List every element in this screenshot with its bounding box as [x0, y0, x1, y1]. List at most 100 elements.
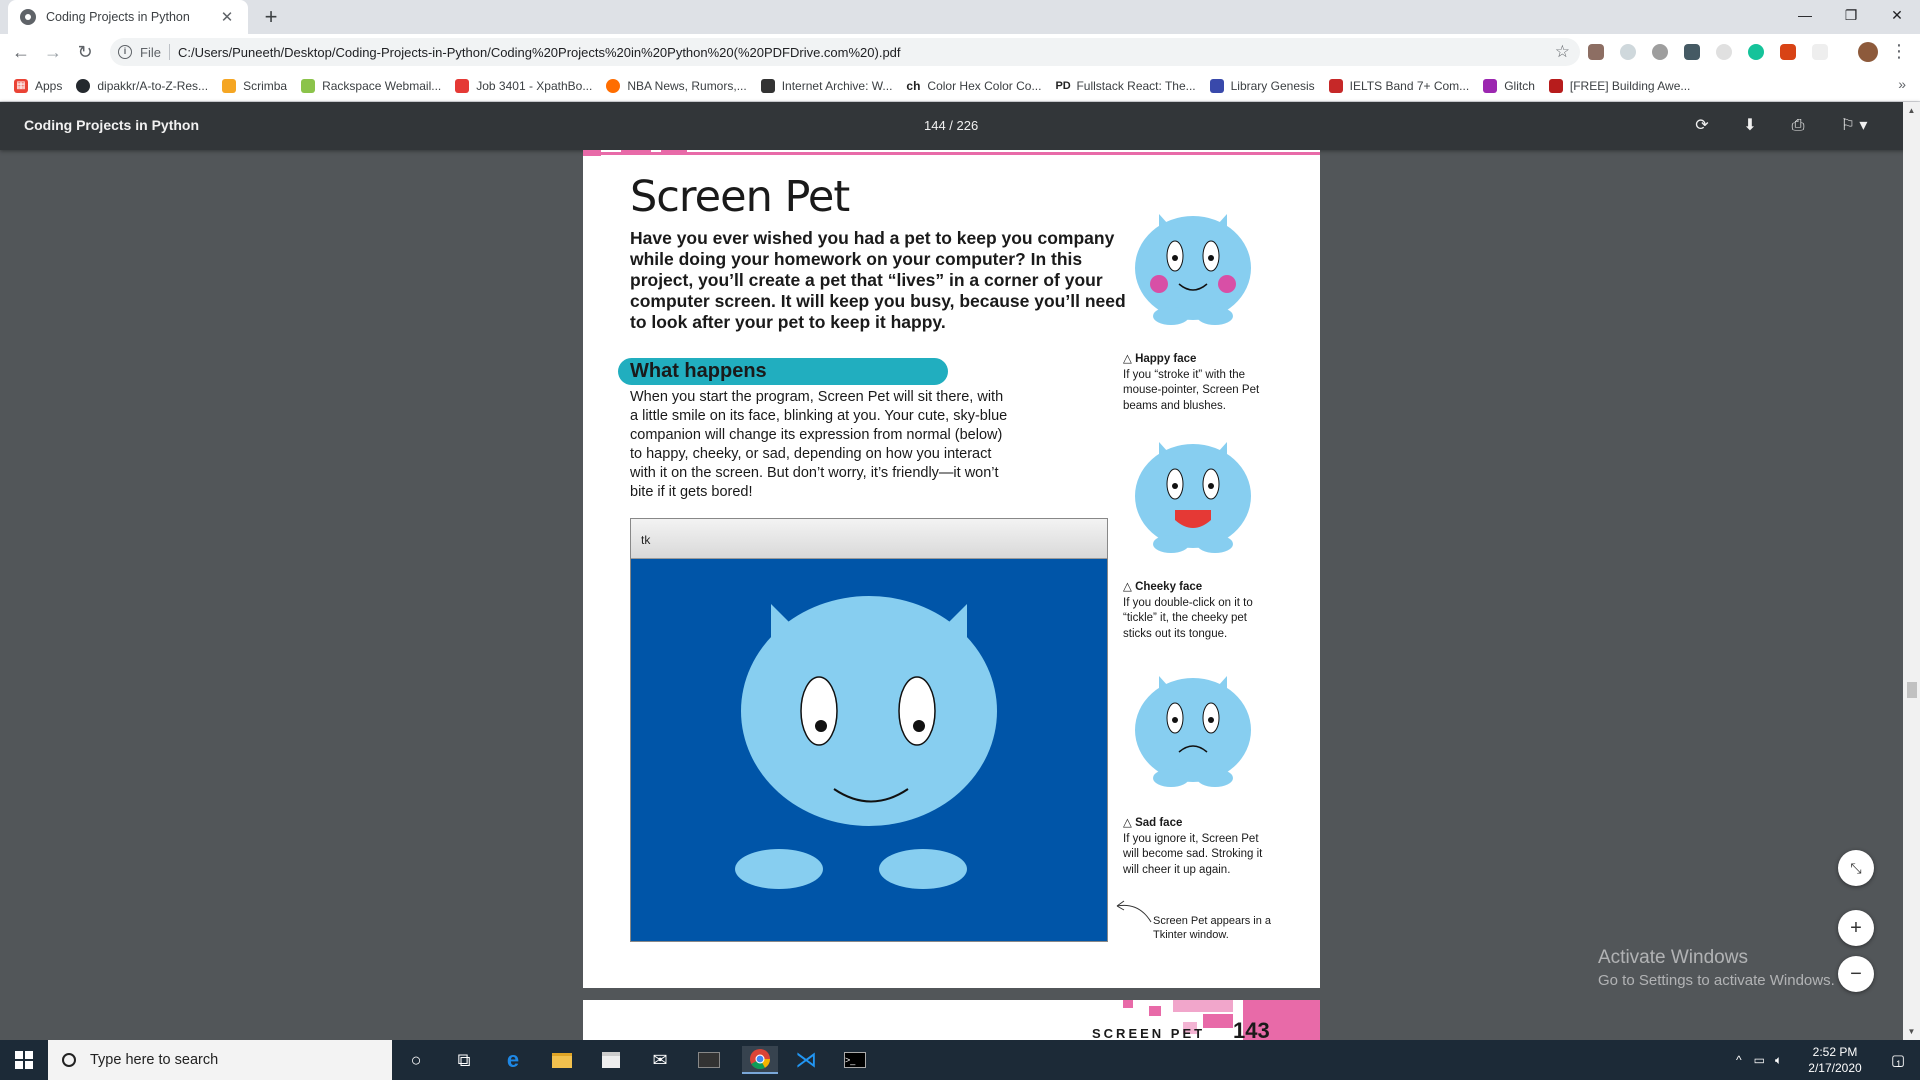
libgen-icon [1209, 78, 1224, 93]
extension-icon[interactable] [1652, 44, 1668, 60]
clock-time: 2:52 PM [1812, 1045, 1858, 1059]
back-button[interactable]: ← [8, 40, 34, 64]
search-icon [62, 1053, 76, 1067]
mail-app-icon[interactable]: ✉ [644, 1046, 676, 1074]
bookmark-item[interactable]: Scrimba [222, 78, 287, 93]
pet-body [741, 596, 997, 826]
zoom-in-button[interactable]: + [1838, 910, 1874, 946]
pdf-toolbar: Coding Projects in Python 144 / 226 ⟳ ⬇ … [0, 102, 1920, 150]
tab-strip: Coding Projects in Python ✕ + — ❐ ✕ [0, 0, 1920, 34]
page-indicator[interactable]: 144 / 226 [924, 118, 978, 133]
fit-to-page-icon[interactable]: ⤡ [1838, 850, 1874, 886]
pdf-page: Screen Pet Have you ever wished you had … [583, 150, 1320, 988]
profile-avatar[interactable] [1858, 42, 1878, 62]
chrome-icon [750, 1049, 771, 1070]
edge-browser-icon[interactable]: e [497, 1046, 529, 1074]
scroll-down-icon[interactable]: ▼ [1903, 1027, 1920, 1036]
bookmark-item[interactable]: Glitch [1483, 78, 1535, 93]
browser-tab[interactable]: Coding Projects in Python ✕ [8, 0, 248, 34]
terminal-app-icon[interactable] [693, 1046, 725, 1074]
grammarly-icon[interactable] [1748, 44, 1764, 60]
pdf-title: Coding Projects in Python [24, 117, 200, 133]
caption-text: If you “stroke it” with the mouse-pointe… [1123, 368, 1260, 412]
close-window-button[interactable]: ✕ [1874, 0, 1920, 30]
caption-title: △ Sad face [1123, 816, 1273, 832]
bookmark-item[interactable]: Rackspace Webmail... [301, 78, 441, 93]
caption-marker-icon: △ [1123, 353, 1132, 365]
page-title: Screen Pet [630, 172, 850, 222]
bookmark-item[interactable]: Library Genesis [1209, 78, 1315, 93]
happy-face-caption: △ Happy face If you “stroke it” with the… [1123, 352, 1273, 414]
browser-menu-icon[interactable]: ⋮ [1890, 42, 1908, 60]
tray-expand-icon[interactable]: ^ [1736, 1053, 1742, 1067]
todo-check-icon[interactable] [1780, 44, 1796, 60]
activation-watermark: Activate Windows Go to Settings to activ… [1598, 947, 1835, 989]
extension-icon[interactable] [1588, 44, 1604, 60]
eyedropper-icon[interactable] [1684, 44, 1700, 60]
bookmarks-overflow-icon[interactable]: » [1898, 76, 1906, 92]
bookmark-item[interactable]: dipakkr/A-to-Z-Res... [76, 78, 208, 93]
bookmark-item[interactable]: PD Fullstack React: The... [1055, 78, 1196, 93]
bookmark-star-icon[interactable]: ☆ [1555, 42, 1570, 62]
pixel-decoration [1203, 1014, 1233, 1028]
caption-marker-icon: △ [1123, 817, 1132, 829]
basketball-icon [606, 78, 621, 93]
pet-body [1135, 216, 1251, 320]
caption-title: △ Happy face [1123, 352, 1273, 368]
glitch-icon [1483, 78, 1498, 93]
info-icon[interactable]: i [118, 45, 132, 59]
bookmark-apps[interactable]: ▦ Apps [14, 78, 62, 93]
caption-marker-icon: △ [1123, 581, 1132, 593]
task-view-icon[interactable]: ⧉ [448, 1046, 480, 1074]
caption-text: If you double-click on it to “tickle” it… [1123, 596, 1253, 640]
cortana-icon[interactable]: ○ [400, 1046, 432, 1074]
url-scheme: File [140, 44, 161, 60]
network-icon[interactable]: ▭ [1754, 1053, 1765, 1067]
start-button[interactable] [0, 1040, 48, 1080]
minimize-button[interactable]: — [1782, 0, 1828, 30]
vscode-icon[interactable]: ⋊ [790, 1046, 822, 1074]
pet-foot [879, 849, 967, 889]
notification-count: 1 [1896, 1059, 1902, 1069]
file-explorer-icon[interactable] [546, 1046, 578, 1074]
free-course-icon [1548, 78, 1563, 93]
taskbar-search-input[interactable]: Type here to search [48, 1040, 392, 1080]
address-bar[interactable]: i File C:/Users/Puneeth/Desktop/Coding-P… [110, 38, 1580, 66]
bookmark-item[interactable]: IELTS Band 7+ Com... [1328, 78, 1469, 93]
system-clock[interactable]: 2:52 PM 2/17/2020 [1790, 1044, 1880, 1076]
ielts-icon [1328, 78, 1343, 93]
pet-pupil [1208, 717, 1214, 723]
bookmark-item[interactable]: Internet Archive: W... [760, 78, 892, 93]
bookmark-item[interactable]: NBA News, Rumors,... [606, 78, 747, 93]
volume-icon[interactable]: 🔈︎ [1775, 1053, 1782, 1068]
extension-icon[interactable] [1812, 44, 1828, 60]
bookmark-menu-icon[interactable]: ⚐ ▾ [1834, 114, 1874, 138]
notification-center-icon[interactable]: ▢ 1 [1880, 1046, 1912, 1074]
scroll-thumb[interactable] [1907, 682, 1917, 698]
extension-icon[interactable] [1620, 44, 1636, 60]
command-prompt-icon[interactable]: >_ [839, 1046, 871, 1074]
download-icon[interactable]: ⬇ [1738, 114, 1762, 138]
restore-button[interactable]: ❐ [1828, 0, 1874, 30]
extension-icon[interactable] [1716, 44, 1732, 60]
rotate-icon[interactable]: ⟳ [1690, 114, 1714, 138]
reload-button[interactable]: ↻ [72, 40, 98, 64]
forward-button[interactable]: → [40, 40, 66, 64]
pet-pupil [1172, 255, 1178, 261]
scroll-up-icon[interactable]: ▲ [1903, 106, 1920, 115]
archive-icon [760, 78, 775, 93]
bookmark-item[interactable]: ch Color Hex Color Co... [906, 78, 1041, 93]
pet-pupil [1172, 483, 1178, 489]
page-top-rule [583, 152, 1320, 155]
tab-close-icon[interactable]: ✕ [218, 8, 236, 26]
zoom-out-button[interactable]: − [1838, 956, 1874, 992]
bookmark-item[interactable]: [FREE] Building Awe... [1548, 78, 1690, 93]
chrome-taskbar-icon[interactable] [742, 1046, 778, 1074]
normal-pet-illustration [735, 596, 997, 889]
new-tab-button[interactable]: + [258, 4, 284, 30]
store-icon[interactable] [595, 1046, 627, 1074]
print-icon[interactable]: ⎙ [1786, 114, 1810, 138]
vertical-scrollbar[interactable]: ▲ ▼ [1903, 102, 1920, 1040]
url-text[interactable]: C:/Users/Puneeth/Desktop/Coding-Projects… [178, 45, 901, 60]
bookmark-item[interactable]: Job 3401 - XpathBo... [455, 78, 592, 93]
